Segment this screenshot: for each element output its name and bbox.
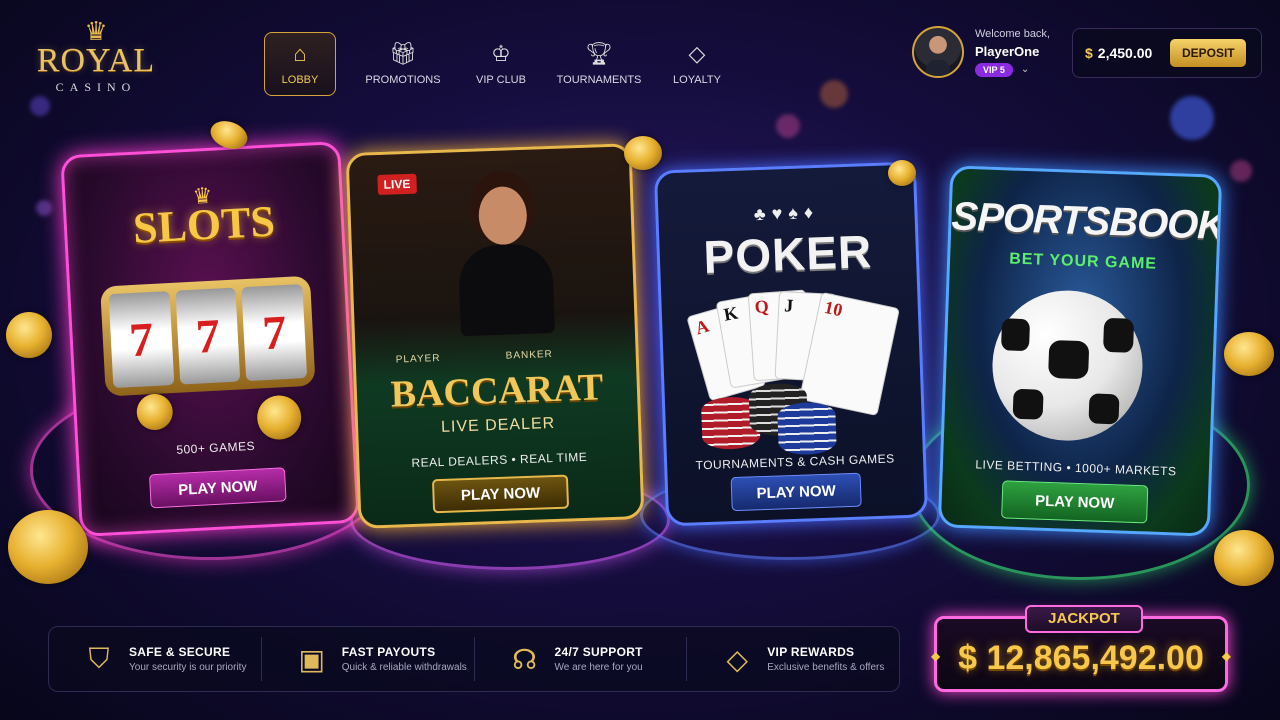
live-badge: LIVE	[377, 173, 417, 195]
dealer-body	[457, 242, 555, 337]
felt-player-label: PLAYER	[395, 352, 441, 366]
headset-icon: ☊	[512, 643, 537, 675]
feature-title: FAST PAYOUTS	[341, 645, 436, 659]
vip-row: VIP 5 ⌄	[975, 62, 1050, 77]
nav-lobby[interactable]: ⌂ LOBBY	[264, 32, 336, 96]
crown-icon: ♔	[491, 41, 511, 66]
nav-label: PROMOTIONS	[365, 74, 441, 86]
slots-play-button[interactable]: PLAY NOW	[149, 467, 287, 509]
wallet-icon: ▣	[298, 643, 325, 675]
jackpot-amount: $ 12,865,492.00	[958, 639, 1204, 677]
trophy-icon: 🏆︎	[585, 41, 613, 66]
poker-subtitle: TOURNAMENTS & CASH GAMES	[695, 451, 895, 473]
feature-desc: Your security is our priority	[129, 662, 247, 673]
bokeh-light	[30, 96, 50, 116]
poker-play-button[interactable]: PLAY NOW	[730, 472, 862, 512]
username: PlayerOne	[975, 43, 1040, 59]
slots-subtitle: 500+ GAMES	[176, 438, 256, 457]
coin-icon	[256, 394, 303, 441]
feature-vip-rewards: ◇ VIP REWARDS Exclusive benefits & offer…	[687, 637, 899, 681]
jackpot-label: JACKPOT	[1025, 605, 1143, 633]
coin-icon	[6, 312, 52, 358]
soccer-ball-icon	[989, 288, 1146, 444]
sportsbook-tagline: BET YOUR GAME	[1008, 250, 1158, 273]
sportsbook-subtitle: LIVE BETTING • 1000+ MARKETS	[975, 457, 1177, 479]
wallet: $2,450.00 DEPOSIT	[1072, 28, 1262, 78]
coin-icon	[888, 160, 916, 186]
balance-amount: 2,450.00	[1097, 45, 1153, 61]
nav-label: TOURNAMENTS	[556, 74, 642, 86]
deposit-button[interactable]: DEPOSIT	[1170, 39, 1247, 67]
vip-badge: VIP 5	[975, 62, 1013, 77]
baccarat-card[interactable]: LIVE PLAYER BANKER BACCARAT LIVE DEALER …	[345, 143, 645, 529]
reel: 7	[241, 284, 308, 382]
brand-tagline: CASINO	[55, 80, 137, 94]
chevron-down-icon[interactable]: ⌄	[1021, 64, 1029, 75]
slots-card[interactable]: ♛ SLOTS 7 7 7 500+ GAMES PLAY NOW	[60, 140, 360, 538]
feature-title: 24/7 SUPPORT	[554, 645, 643, 659]
nav-label: LOYALTY	[673, 74, 721, 86]
sportsbook-card[interactable]: SPORTSBOOK BET YOUR GAME LIVE BETTING • …	[937, 165, 1223, 537]
sportsbook-play-button[interactable]: PLAY NOW	[1001, 480, 1149, 524]
coin-icon	[1224, 332, 1274, 376]
dealer-image	[447, 173, 563, 337]
baccarat-title: BACCARAT	[389, 366, 604, 416]
diamond-icon: ◇	[688, 41, 706, 66]
shield-icon: ⛉	[88, 642, 110, 674]
feature-support: ☊ 24/7 SUPPORT We are here for you	[475, 637, 688, 681]
bokeh-light	[1170, 96, 1214, 140]
bokeh-light	[776, 114, 800, 138]
reel: 7	[175, 287, 241, 385]
chip-stack	[777, 401, 837, 456]
diamond-icon: ◇	[726, 643, 749, 675]
bokeh-light	[36, 200, 52, 216]
feature-safe-secure: ⛉ SAFE & SECURE Your security is our pri…	[49, 637, 262, 681]
balance: $2,450.00	[1085, 45, 1152, 61]
feature-title: VIP REWARDS	[767, 645, 855, 659]
main-nav: ⌂ LOBBY 🎁︎ PROMOTIONS ♔ VIP CLUB 🏆︎ TOUR…	[264, 32, 746, 96]
brand-name: ROYAL	[36, 42, 156, 79]
user-menu[interactable]: Welcome back, PlayerOne VIP 5 ⌄	[912, 26, 1050, 78]
nav-vip-club[interactable]: ♔ VIP CLUB	[452, 32, 550, 96]
feature-desc: Exclusive benefits & offers	[767, 662, 885, 673]
poker-title: POKER	[702, 225, 874, 283]
dealer-head	[477, 185, 528, 246]
currency-symbol: $	[1085, 45, 1093, 61]
jackpot-panel: JACKPOT ◆ ◆ $ 12,865,492.00	[931, 605, 1231, 692]
coin-icon	[624, 136, 662, 170]
feature-desc: We are here for you	[554, 662, 643, 673]
slot-machine-reels: 7 7 7	[100, 275, 316, 397]
gift-icon: 🎁︎	[389, 41, 417, 66]
sportsbook-title: SPORTSBOOK	[950, 194, 1223, 248]
baccarat-subtitle: REAL DEALERS • REAL TIME	[411, 449, 588, 470]
baccarat-play-button[interactable]: PLAY NOW	[431, 474, 570, 514]
welcome-text: Welcome back,	[975, 27, 1050, 40]
poker-card[interactable]: ♣♥♠♦ POKER A K Q J 10 TOURNAMENTS & CASH…	[653, 161, 929, 527]
house-icon: ⌂	[293, 41, 307, 66]
feature-fast-payouts: ▣ FAST PAYOUTS Quick & reliable withdraw…	[262, 637, 475, 681]
nav-promotions[interactable]: 🎁︎ PROMOTIONS	[354, 32, 452, 96]
coin-icon	[1214, 530, 1274, 586]
nav-label: LOBBY	[281, 74, 319, 86]
nav-tournaments[interactable]: 🏆︎ TOURNAMENTS	[550, 32, 648, 96]
feature-desc: Quick & reliable withdrawals	[341, 662, 467, 673]
reel: 7	[108, 291, 175, 389]
logo[interactable]: ♛ ROYAL CASINO	[26, 18, 166, 95]
nav-loyalty[interactable]: ◇ LOYALTY	[648, 32, 746, 96]
feature-title: SAFE & SECURE	[129, 645, 231, 659]
felt-banker-label: BANKER	[505, 348, 553, 362]
user-info: Welcome back, PlayerOne VIP 5 ⌄	[975, 28, 1050, 77]
bokeh-light	[1230, 160, 1252, 182]
coin-icon	[8, 510, 88, 584]
nav-label: VIP CLUB	[476, 74, 526, 86]
avatar[interactable]	[912, 26, 964, 78]
features-bar: ⛉ SAFE & SECURE Your security is our pri…	[48, 626, 900, 692]
crown-icon: ♛	[84, 16, 108, 46]
bokeh-light	[820, 80, 848, 108]
coin-icon	[135, 393, 174, 431]
